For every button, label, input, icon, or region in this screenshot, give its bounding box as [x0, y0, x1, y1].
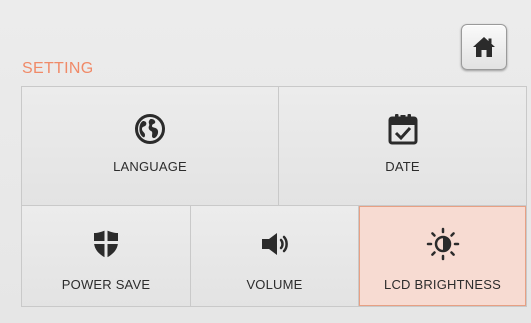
lcd-brightness-label: LCD BRIGHTNESS: [384, 277, 501, 292]
power-save-tile[interactable]: POWER SAVE: [22, 206, 191, 306]
power-save-label: POWER SAVE: [61, 277, 151, 292]
globe-icon: [130, 111, 170, 147]
settings-screen: SETTING LANGUAGE DATE POWER SAVE VOLUME …: [0, 0, 531, 323]
language-tile[interactable]: LANGUAGE: [22, 87, 279, 206]
home-button[interactable]: [461, 24, 507, 70]
date-label: DATE: [385, 159, 420, 174]
shield-icon: [86, 226, 126, 262]
settings-grid: LANGUAGE DATE POWER SAVE VOLUME LCD BRIG…: [21, 86, 527, 307]
language-label: LANGUAGE: [113, 159, 187, 174]
calendar-check-icon: [383, 111, 423, 147]
page-title: SETTING: [22, 60, 94, 77]
brightness-icon: [423, 226, 463, 262]
volume-label: VOLUME: [246, 277, 303, 292]
speaker-icon: [255, 226, 295, 262]
home-icon: [473, 37, 495, 57]
volume-tile[interactable]: VOLUME: [191, 206, 359, 306]
date-tile[interactable]: DATE: [279, 87, 526, 206]
lcd-brightness-tile[interactable]: LCD BRIGHTNESS: [359, 206, 526, 306]
